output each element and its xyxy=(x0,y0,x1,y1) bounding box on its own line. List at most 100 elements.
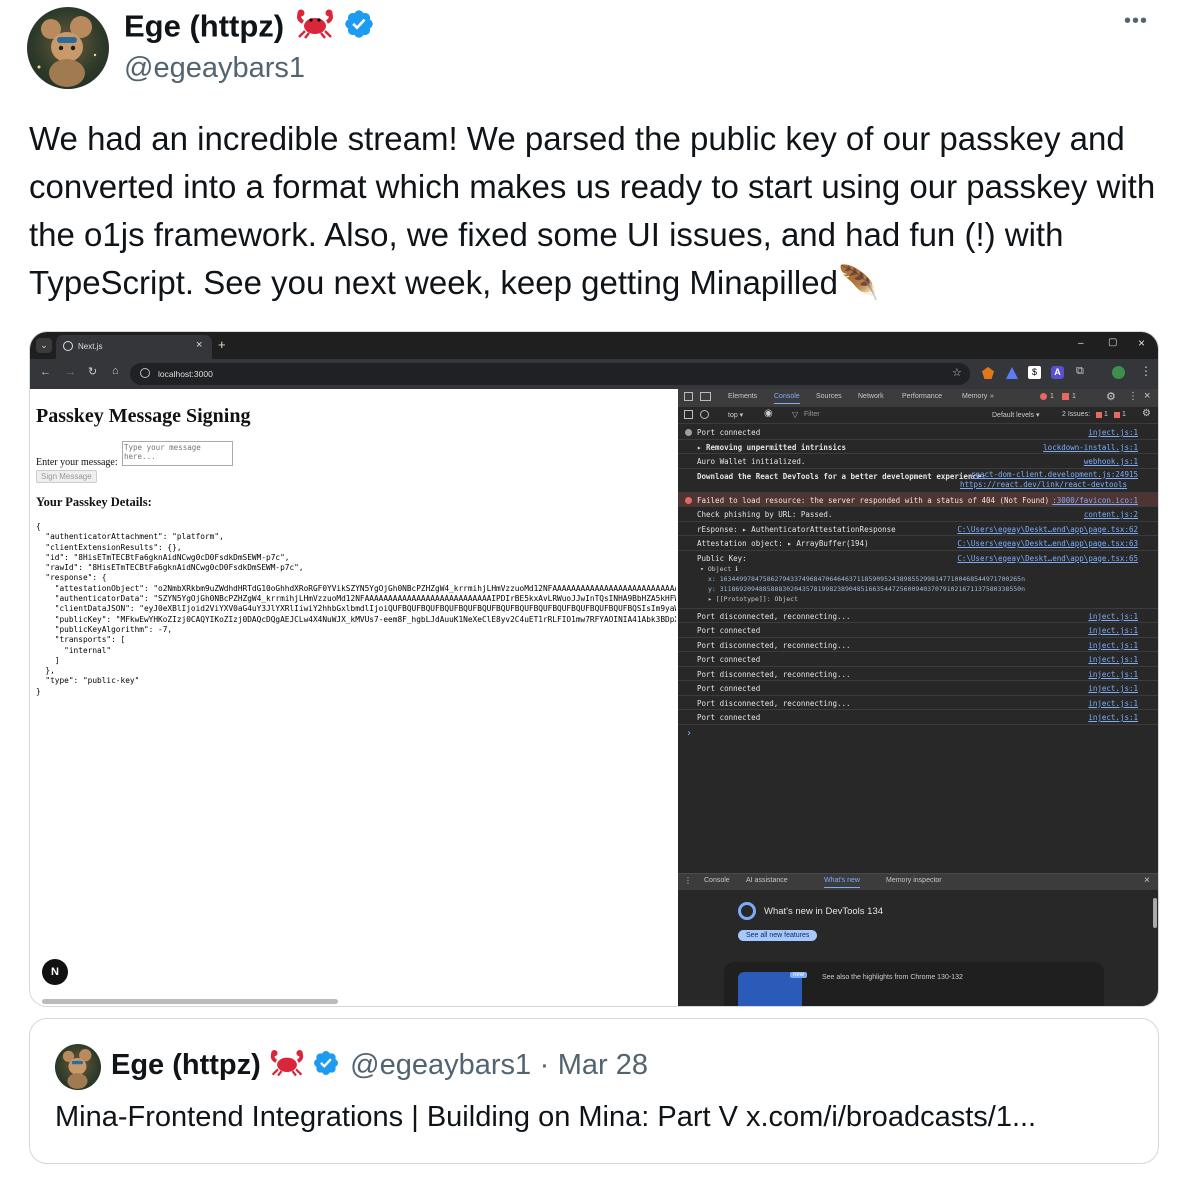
horizontal-scrollbar[interactable] xyxy=(42,999,338,1004)
console-source-link[interactable]: inject.js:1 xyxy=(1088,626,1138,635)
window-minimize-icon[interactable]: – xyxy=(1078,338,1084,349)
inspect-element-icon[interactable] xyxy=(684,392,693,401)
address-bar[interactable]: localhost:3000 ☆ xyxy=(130,363,970,385)
public-key-object-line[interactable]: ▾ Object ℹ xyxy=(700,565,738,573)
drawer-menu-icon[interactable]: ⋮ xyxy=(684,876,692,885)
device-toolbar-icon[interactable] xyxy=(700,392,711,401)
console-source-link[interactable]: inject.js:1 xyxy=(1088,699,1138,708)
drawer-tab-whatsnew[interactable]: What's new xyxy=(824,877,860,888)
window-maximize-icon[interactable]: ▢ xyxy=(1108,337,1117,348)
console-source-link[interactable]: C:\Users\egeay\Deskt…end\app\page.tsx:65 xyxy=(957,554,1138,563)
console-source-link[interactable]: C:\Users\egeay\Deskt…end\app\page.tsx:63 xyxy=(957,539,1138,548)
devtools-menu-icon[interactable]: ⋮ xyxy=(1128,391,1138,402)
context-select[interactable]: top ▾ xyxy=(728,411,743,419)
public-key-object-line[interactable]: ▸ [[Prototype]]: Object xyxy=(708,595,798,603)
window-close-icon[interactable]: × xyxy=(1138,336,1145,350)
devtools-tab-performance[interactable]: Performance xyxy=(902,393,942,400)
console-entry: rEsponse: ▸ AuthenticatorAttestationResp… xyxy=(678,522,1158,536)
extension-auro-icon[interactable]: A xyxy=(1051,366,1064,379)
author-handle[interactable]: @egeaybars1 xyxy=(124,52,305,85)
devtools-tab-memory[interactable]: Memory xyxy=(962,393,987,400)
drawer-tab-memoryinspector[interactable]: Memory inspector xyxy=(886,877,942,884)
nextjs-badge[interactable]: N xyxy=(42,959,68,985)
issue-error-count: 1 xyxy=(1104,411,1108,418)
drawer-tab-console[interactable]: Console xyxy=(704,877,730,884)
reload-icon[interactable]: ↻ xyxy=(88,365,97,378)
drawer-scrollbar[interactable] xyxy=(1153,898,1157,928)
site-info-icon[interactable] xyxy=(140,368,150,378)
console-message: rEsponse: ▸ AuthenticatorAttestationResp… xyxy=(697,524,896,534)
quote-handle[interactable]: @egeaybars1 xyxy=(350,1049,531,1081)
bookmark-star-icon[interactable]: ☆ xyxy=(952,366,962,379)
extension-dollar-icon[interactable]: $ xyxy=(1028,366,1041,379)
quoted-tweet[interactable]: Ege (httpz) @egeaybars1 · Mar 28 Mina-Fr… xyxy=(29,1018,1159,1164)
more-options-icon[interactable]: ••• xyxy=(1124,10,1148,33)
profile-icon[interactable] xyxy=(1112,366,1125,379)
browser-tab[interactable]: Next.js × xyxy=(56,335,212,359)
console-source-link[interactable]: lockdown-install.js:1 xyxy=(1043,443,1138,452)
tweet-body: We had an incredible stream! We parsed t… xyxy=(29,120,1156,301)
sidebar-toggle-icon[interactable] xyxy=(684,410,693,419)
media-image[interactable]: ⌄ Next.js × + – ▢ × ← → ↻ ⌂ localhost:30… xyxy=(29,331,1159,1007)
warning-count-icon[interactable] xyxy=(1062,393,1069,400)
devtools-tab-console[interactable]: Console xyxy=(774,393,800,404)
log-levels-select[interactable]: Default levels ▾ xyxy=(992,411,1039,419)
console-source-link[interactable]: react-dom-client.development.js:24915 xyxy=(971,470,1138,479)
back-icon[interactable]: ← xyxy=(40,366,51,378)
highlight-card[interactable]: new See also the highlights from Chrome … xyxy=(724,962,1104,1006)
quote-avatar[interactable] xyxy=(55,1044,101,1090)
devtools-tab-[interactable]: » xyxy=(990,393,994,400)
author-name[interactable]: Ege (httpz) xyxy=(124,9,284,44)
error-count-icon[interactable] xyxy=(1040,393,1047,400)
clear-console-icon[interactable] xyxy=(700,410,709,419)
see-all-features-button[interactable]: See all new features xyxy=(738,930,818,941)
react-devtools-link[interactable]: https://react.dev/link/react-devtools xyxy=(960,480,1127,489)
extension-fox-icon[interactable] xyxy=(982,367,994,379)
console-source-link[interactable]: inject.js:1 xyxy=(1088,684,1138,693)
console-source-link[interactable]: inject.js:1 xyxy=(1088,655,1138,664)
console-source-link[interactable]: inject.js:1 xyxy=(1088,641,1138,650)
tab-close-icon[interactable]: × xyxy=(196,339,202,351)
feather-emoji-icon: 🪶 xyxy=(837,264,880,301)
new-tab-icon[interactable]: + xyxy=(218,337,226,352)
console-source-link[interactable]: inject.js:1 xyxy=(1088,612,1138,621)
drawer-tab-aiassistance[interactable]: AI assistance xyxy=(746,877,788,884)
console-source-link[interactable]: inject.js:1 xyxy=(1088,713,1138,722)
quote-verified-badge-icon[interactable] xyxy=(312,1049,340,1082)
console-source-link[interactable]: content.js:2 xyxy=(1084,510,1138,519)
home-icon[interactable]: ⌂ xyxy=(112,365,119,377)
browser-menu-icon[interactable]: ⋮ xyxy=(1140,364,1152,378)
message-input[interactable] xyxy=(122,441,233,466)
quote-date[interactable]: Mar 28 xyxy=(558,1049,648,1081)
quote-author-name[interactable]: Ege (httpz) xyxy=(111,1049,261,1081)
forward-icon[interactable]: → xyxy=(65,366,76,378)
console-source-link[interactable]: C:\Users\egeay\Deskt…end\app\page.tsx:62 xyxy=(957,525,1138,534)
devtools-tab-sources[interactable]: Sources xyxy=(816,393,842,400)
console-settings-icon[interactable]: ⚙ xyxy=(1142,408,1151,419)
console-source-link[interactable]: :3000/favicon.ico:1 xyxy=(1052,496,1138,505)
extension-wallet-icon[interactable] xyxy=(1006,367,1018,379)
live-expression-icon[interactable]: ◉ xyxy=(764,408,773,419)
extensions-puzzle-icon[interactable]: ⧉ xyxy=(1076,365,1084,378)
console-source-link[interactable]: webhook.js:1 xyxy=(1084,457,1138,466)
url-text[interactable]: localhost:3000 xyxy=(158,369,213,379)
sign-message-button[interactable]: Sign Message xyxy=(36,470,97,483)
tab-search-icon[interactable]: ⌄ xyxy=(36,338,52,353)
console-message: Port connected xyxy=(697,655,761,664)
devtools-tab-network[interactable]: Network xyxy=(858,393,884,400)
console-source-link[interactable]: inject.js:1 xyxy=(1088,428,1138,437)
issues-label[interactable]: 2 Issues: xyxy=(1062,411,1090,418)
filter-input[interactable]: Filter xyxy=(804,411,820,418)
drawer-close-icon[interactable]: × xyxy=(1144,875,1150,886)
devtools-close-icon[interactable]: × xyxy=(1144,390,1150,402)
console-message: Port connected xyxy=(697,626,761,635)
console-entry: Check phishing by URL: Passed. content.js… xyxy=(678,507,1158,522)
console-source-link[interactable]: inject.js:1 xyxy=(1088,670,1138,679)
verified-badge-icon[interactable] xyxy=(343,8,375,45)
settings-gear-icon[interactable]: ⚙ xyxy=(1106,390,1116,403)
devtools-tab-elements[interactable]: Elements xyxy=(728,393,757,400)
console-prompt[interactable]: › xyxy=(686,728,692,739)
json-line: "attestationObject": "o2NmbXRkbm9uZWdhdH… xyxy=(36,583,676,593)
author-avatar[interactable] xyxy=(27,7,109,89)
error-icon xyxy=(685,496,692,504)
